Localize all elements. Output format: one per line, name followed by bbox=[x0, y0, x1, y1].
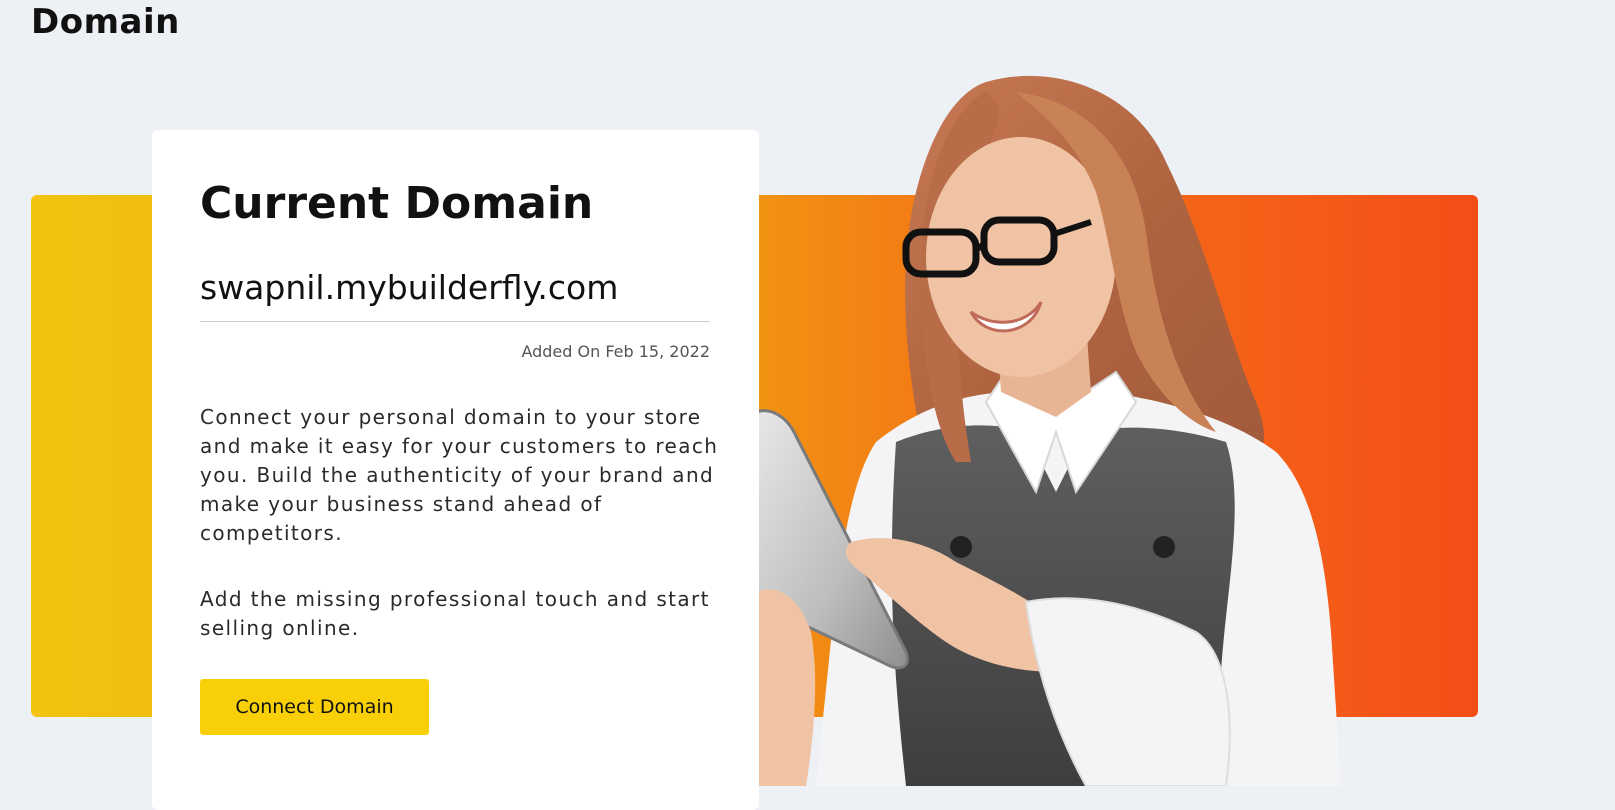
added-on-date: Added On Feb 15, 2022 bbox=[521, 342, 710, 361]
current-domain-card: Current Domain swapnil.mybuilderfly.com … bbox=[152, 130, 759, 810]
card-title: Current Domain bbox=[200, 178, 594, 229]
woman-with-tablet-illustration bbox=[756, 75, 1341, 786]
page-title: Domain bbox=[31, 2, 180, 42]
domain-tagline: Add the missing professional touch and s… bbox=[200, 587, 710, 640]
connect-domain-button[interactable]: Connect Domain bbox=[200, 679, 429, 735]
current-domain-name: swapnil.mybuilderfly.com bbox=[200, 268, 710, 322]
domain-description: Connect your personal domain to your sto… bbox=[200, 405, 719, 545]
